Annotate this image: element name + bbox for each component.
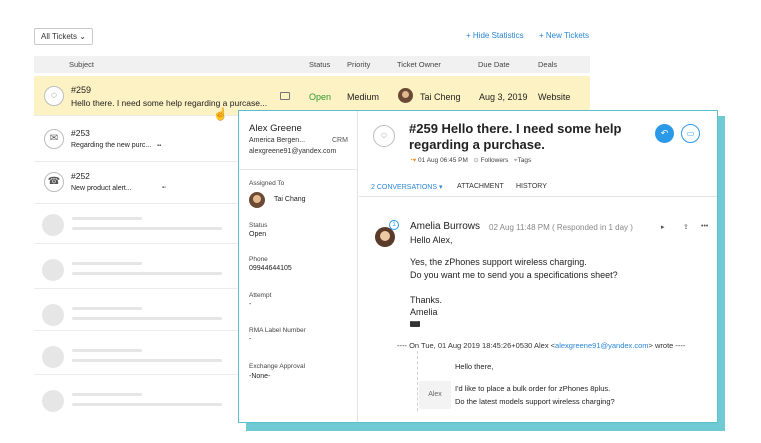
ticket-number: #253 xyxy=(71,128,90,138)
message-thanks: Thanks. xyxy=(410,295,443,305)
expand-icon[interactable]: ▸ xyxy=(661,223,665,231)
quote-line: Hello there, xyxy=(455,362,494,371)
more-options-icon[interactable]: ••• xyxy=(701,223,708,230)
ticket-subject[interactable]: New product alert... xyxy=(71,185,132,192)
divider xyxy=(34,330,244,331)
exchange-approval-value[interactable]: -None- xyxy=(249,373,270,380)
message-line: Do you want me to send you a specificati… xyxy=(410,270,618,280)
conversation-tabs: 2 CONVERSATIONS ▾ ATTACHMENT HISTORY xyxy=(359,177,717,197)
assignee-avatar xyxy=(249,192,265,208)
ticket-detail-panel: Alex Greene America Bergen... CRM alexgr… xyxy=(238,110,718,423)
ticket-subject[interactable]: Hello there. I need some help regarding … xyxy=(71,98,267,108)
column-status[interactable]: Status xyxy=(309,60,330,69)
placeholder-row xyxy=(34,338,254,378)
column-priority[interactable]: Priority xyxy=(347,60,370,69)
followers-icon: ⊙ xyxy=(473,157,479,164)
ticket-due-date: Aug 3, 2019 xyxy=(479,92,528,102)
message-timestamp: 02 Aug 11:48 PM ( Responded in 1 day ) xyxy=(489,223,633,232)
show-quoted-icon[interactable]: ··· xyxy=(410,319,420,327)
ticket-deals: Website xyxy=(538,92,571,102)
divider xyxy=(34,374,244,375)
thread-count-icon: ▪▫ xyxy=(162,185,167,191)
phone-icon: ☎ xyxy=(44,172,64,192)
ticket-meta: ◔▾ 01 Aug 06:45 PM ⊙ Followers ⌖Tags xyxy=(409,156,531,165)
quote-prefix: ---- On Tue, 01 Aug 2019 18:45:26+0530 A… xyxy=(397,341,556,350)
comment-button[interactable]: ▭ xyxy=(681,124,700,143)
message-signature: Amelia xyxy=(410,307,438,317)
ticket-number: #259 xyxy=(71,85,92,95)
chat-bubbles-icon: ◌ xyxy=(373,125,395,147)
chevron-down-icon: ⌄ xyxy=(79,32,86,41)
attempt-value[interactable]: - xyxy=(249,301,251,308)
column-deals[interactable]: Deals xyxy=(538,60,557,69)
sender-avatar xyxy=(375,227,395,247)
placeholder-row xyxy=(34,206,254,246)
quote-line: Do the latest models support wireless ch… xyxy=(455,397,615,406)
contact-sidebar: Alex Greene America Bergen... CRM alexgr… xyxy=(239,111,358,422)
column-ticket-owner[interactable]: Ticket Owner xyxy=(397,60,441,69)
attempt-label: Attempt xyxy=(249,292,272,299)
column-subject[interactable]: Subject xyxy=(69,60,94,69)
crm-link[interactable]: CRM xyxy=(332,137,348,144)
sender-name[interactable]: Amelia Burrows xyxy=(410,221,480,232)
assigned-to-value[interactable]: Tai Chang xyxy=(274,196,306,203)
conversation-area: ◌ #259 Hello there. I need some help reg… xyxy=(359,111,717,422)
ticket-priority: Medium xyxy=(347,92,380,102)
divider xyxy=(239,169,357,170)
tags-link[interactable]: Tags xyxy=(517,157,531,164)
contact-email: alexgreene91@yandex.com xyxy=(249,148,337,155)
chat-bubbles-icon: ◌ xyxy=(44,86,64,106)
quote-header: ---- On Tue, 01 Aug 2019 18:45:26+0530 A… xyxy=(397,341,685,350)
reply-icon: ↶ xyxy=(660,128,669,138)
contact-account[interactable]: America Bergen... xyxy=(249,137,305,144)
reply-button[interactable]: ↶ xyxy=(655,124,674,143)
quote-email-link[interactable]: alexgreene91@yandex.com xyxy=(555,341,649,350)
hide-statistics-link[interactable]: + Hide Statistics xyxy=(466,31,524,40)
owner-avatar xyxy=(398,88,413,103)
exchange-approval-label: Exchange Approval xyxy=(249,363,306,370)
quote-sender-label: Alex xyxy=(419,381,451,409)
phone-label: Phone xyxy=(249,256,268,263)
tab-attachment[interactable]: ATTACHMENT xyxy=(457,183,504,190)
placeholder-row xyxy=(34,251,254,291)
message-greeting: Hello Alex, xyxy=(410,235,453,245)
new-tickets-link[interactable]: + New Tickets xyxy=(539,31,589,40)
clock-icon: ◔▾ xyxy=(409,157,417,164)
ticket-view-filter-label: All Tickets xyxy=(41,32,78,41)
message-line: Yes, the zPhones support wireless chargi… xyxy=(410,257,587,267)
status-value[interactable]: Open xyxy=(249,231,266,238)
rma-label-number-value[interactable]: - xyxy=(249,336,251,343)
phone-value[interactable]: 09944644105 xyxy=(249,265,292,272)
followers-link[interactable]: Followers xyxy=(481,157,509,164)
thread-count-icon: ▪▪ xyxy=(157,143,162,149)
tab-history[interactable]: HISTORY xyxy=(516,183,547,190)
mail-icon: ✉ xyxy=(44,129,64,149)
rma-label-number-label: RMA Label Number xyxy=(249,327,306,334)
assigned-to-label: Assigned To xyxy=(249,180,285,187)
divider xyxy=(34,243,244,244)
column-due-date[interactable]: Due Date xyxy=(478,60,510,69)
comment-icon[interactable] xyxy=(280,92,290,100)
tab-conversations[interactable]: 2 CONVERSATIONS ▾ xyxy=(371,183,442,191)
chevron-down-icon: ▾ xyxy=(438,184,443,191)
status-label: Status xyxy=(249,222,268,229)
placeholder-row xyxy=(34,382,254,422)
ticket-subject[interactable]: Regarding the new purc... xyxy=(71,142,151,149)
ticket-status: Open xyxy=(309,92,332,102)
ticket-view-filter[interactable]: All Tickets ⌄ xyxy=(34,28,93,45)
thread-count-badge: 1 xyxy=(389,220,399,230)
ticket-title: #259 Hello there. I need some help regar… xyxy=(409,121,622,152)
ticket-created-date: 01 Aug 06:45 PM xyxy=(418,157,468,164)
ticket-number: #252 xyxy=(71,171,90,181)
ticket-table-header: Subject Status Priority Ticket Owner Due… xyxy=(34,56,590,73)
comment-icon: ▭ xyxy=(686,129,695,138)
quote-line: I'd like to place a bulk order for zPhon… xyxy=(455,384,611,393)
share-icon[interactable]: ⇪ xyxy=(683,223,689,231)
tab-conversations-label: 2 CONVERSATIONS xyxy=(371,184,437,191)
ticket-owner: Tai Cheng xyxy=(420,92,461,102)
divider xyxy=(34,288,244,289)
quote-suffix: > wrote ---- xyxy=(648,341,686,350)
contact-name[interactable]: Alex Greene xyxy=(249,123,302,134)
